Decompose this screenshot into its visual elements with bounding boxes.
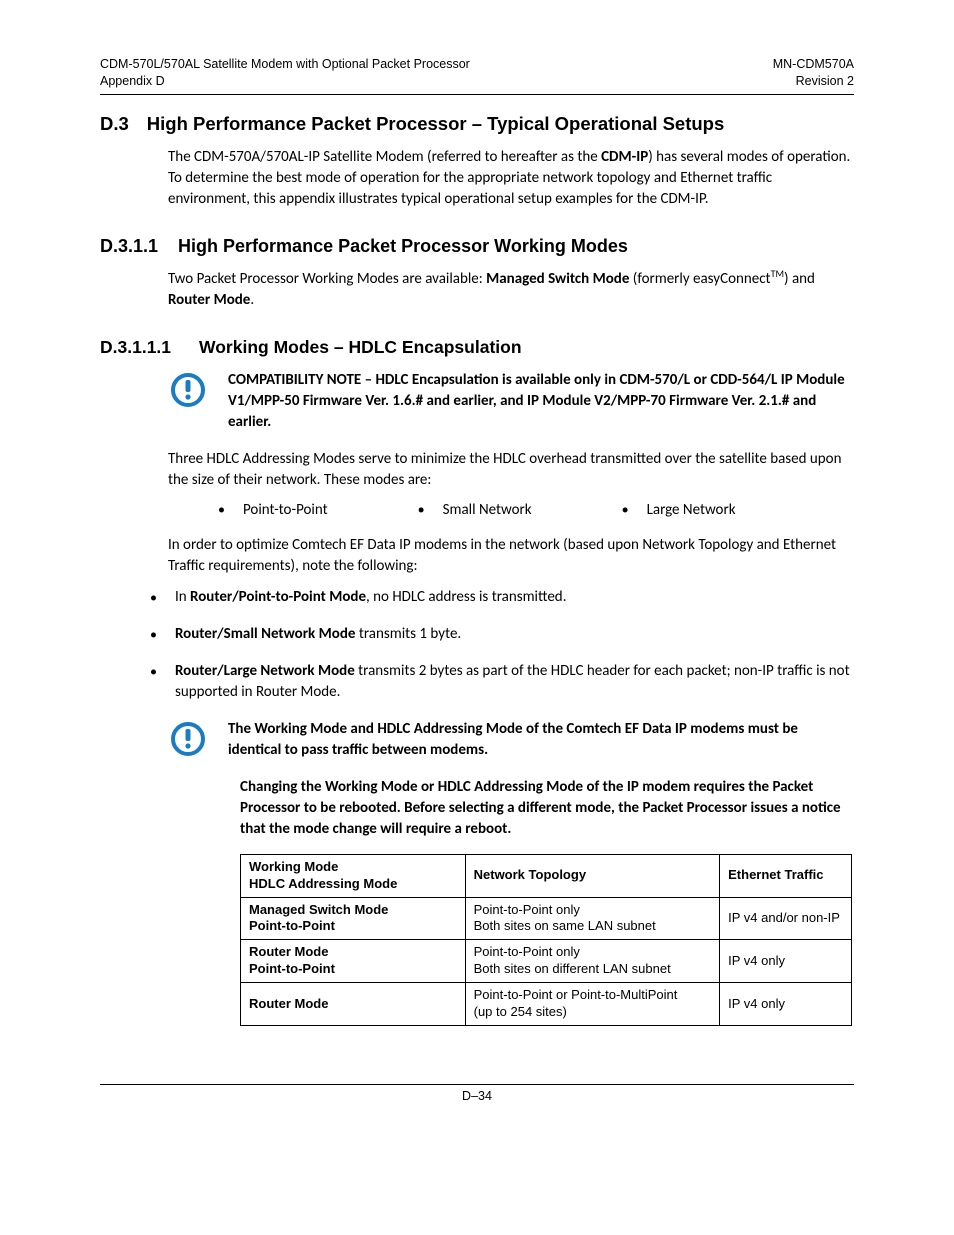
c20: Router Mode (249, 996, 328, 1011)
heading-d3111: D.3.1.1.1 Working Modes – HDLC Encapsula… (100, 337, 854, 358)
header-left: CDM-570L/570AL Satellite Modem with Opti… (100, 56, 470, 90)
opt0-bold: Router/Point-to-Point Mode (190, 588, 366, 606)
table-cell: Point-to-Point or Point-to-MultiPoint(up… (465, 983, 720, 1026)
table-cell: Point-to-Point onlyBoth sites on same LA… (465, 897, 720, 940)
optimize-item-text: Router/Large Network Mode transmits 2 by… (175, 661, 854, 703)
modes-table: Working ModeHDLC Addressing Mode Network… (240, 854, 852, 1026)
d311-text-c: ) and (784, 270, 815, 288)
page-header: CDM-570L/570AL Satellite Modem with Opti… (100, 56, 854, 90)
opt1-b: transmits 1 byte. (355, 625, 461, 643)
header-rule (100, 94, 854, 95)
c11: Point-to-Point onlyBoth sites on differe… (474, 944, 671, 976)
heading-d311: D.3.1.1 High Performance Packet Processo… (100, 236, 854, 257)
c22: IP v4 only (728, 996, 785, 1011)
bullet-icon: • (150, 624, 157, 645)
header-left-line2: Appendix D (100, 73, 470, 90)
opt2-bold: Router/Large Network Mode (175, 662, 355, 680)
header-right: MN-CDM570A Revision 2 (773, 56, 854, 90)
header-left-line1: CDM-570L/570AL Satellite Modem with Opti… (100, 56, 470, 73)
table-row: Managed Switch ModePoint-to-Point Point-… (241, 897, 852, 940)
heading-d311-number: D.3.1.1 (100, 236, 158, 257)
optimize-item-text: In Router/Point-to-Point Mode, no HDLC a… (175, 587, 567, 608)
bullet-icon: • (218, 501, 225, 518)
d3-intro-paragraph: The CDM-570A/570AL-IP Satellite Modem (r… (168, 147, 854, 210)
hdlc-body: Three HDLC Addressing Modes serve to min… (168, 449, 854, 491)
hdlc-mode-label: Large Network (647, 501, 736, 519)
c01: Point-to-Point onlyBoth sites on same LA… (474, 902, 656, 934)
bullet-icon: • (150, 661, 157, 703)
c21: Point-to-Point or Point-to-MultiPoint(up… (474, 987, 678, 1019)
c10: Router ModePoint-to-Point (249, 944, 335, 976)
d311-text-a: Two Packet Processor Working Modes are a… (168, 270, 486, 288)
header-right-line2: Revision 2 (773, 73, 854, 90)
table-cell: Point-to-Point onlyBoth sites on differe… (465, 940, 720, 983)
heading-d311-title: High Performance Packet Processor Workin… (178, 236, 628, 257)
heading-d3-title: High Performance Packet Processor – Typi… (147, 113, 724, 135)
table-row: Router ModePoint-to-Point Point-to-Point… (241, 940, 852, 983)
warning-note-text-2: Changing the Working Mode or HDLC Addres… (240, 777, 854, 840)
d3-intro-a: The CDM-570A/570AL-IP Satellite Modem (r… (168, 148, 601, 166)
bullet-icon: • (150, 587, 157, 608)
header-right-line1: MN-CDM570A (773, 56, 854, 73)
d311-text-d: . (250, 291, 254, 309)
compatibility-note: COMPATIBILITY NOTE – HDLC Encapsulation … (168, 370, 854, 433)
th1: Network Topology (474, 867, 586, 882)
alert-icon (168, 370, 208, 410)
optimize-intro: In order to optimize Comtech EF Data IP … (168, 535, 854, 577)
bullet-icon: • (622, 501, 629, 518)
hdlc-mode-item: • Point-to-Point (218, 501, 328, 519)
hdlc-intro: Three HDLC Addressing Modes serve to min… (168, 449, 854, 491)
table-header-cell: Ethernet Traffic (720, 854, 852, 897)
optimize-item: • Router/Small Network Mode transmits 1 … (150, 624, 854, 645)
th0: Working ModeHDLC Addressing Mode (249, 859, 397, 891)
opt0-a: In (175, 588, 190, 606)
footer-rule (100, 1084, 854, 1085)
table-header-cell: Working ModeHDLC Addressing Mode (241, 854, 466, 897)
optimize-list: • In Router/Point-to-Point Mode, no HDLC… (150, 587, 854, 703)
table-cell: Managed Switch ModePoint-to-Point (241, 897, 466, 940)
table-cell: IP v4 only (720, 983, 852, 1026)
compatibility-note-text: COMPATIBILITY NOTE – HDLC Encapsulation … (228, 370, 854, 433)
heading-d3: D.3 High Performance Packet Processor – … (100, 113, 854, 135)
table-cell: IP v4 only (720, 940, 852, 983)
d311-paragraph: Two Packet Processor Working Modes are a… (168, 267, 854, 311)
alert-icon (168, 719, 208, 759)
optimize-item: • In Router/Point-to-Point Mode, no HDLC… (150, 587, 854, 608)
table-header-row: Working ModeHDLC Addressing Mode Network… (241, 854, 852, 897)
d311-bold1: Managed Switch Mode (486, 270, 629, 288)
document-page: CDM-570L/570AL Satellite Modem with Opti… (0, 0, 954, 1235)
d3-intro-bold: CDM-IP (601, 148, 648, 166)
table-row: Router Mode Point-to-Point or Point-to-M… (241, 983, 852, 1026)
table-cell: Router ModePoint-to-Point (241, 940, 466, 983)
hdlc-mode-item: • Small Network (418, 501, 532, 519)
trademark-superscript: TM (771, 267, 784, 280)
warning-note-text-1: The Working Mode and HDLC Addressing Mod… (228, 719, 854, 761)
d3-body: The CDM-570A/570AL-IP Satellite Modem (r… (168, 147, 854, 210)
opt1-bold: Router/Small Network Mode (175, 625, 355, 643)
c02: IP v4 and/or non-IP (728, 910, 840, 925)
heading-d3111-number: D.3.1.1.1 (100, 337, 171, 358)
table-header-cell: Network Topology (465, 854, 720, 897)
d311-bold2: Router Mode (168, 291, 250, 309)
d311-text-b: (formerly easyConnect (629, 270, 770, 288)
heading-d3-number: D.3 (100, 113, 129, 135)
hdlc-modes-list: • Point-to-Point • Small Network • Large… (218, 501, 854, 519)
th2: Ethernet Traffic (728, 867, 823, 882)
optimize-item: • Router/Large Network Mode transmits 2 … (150, 661, 854, 703)
warning-note: The Working Mode and HDLC Addressing Mod… (168, 719, 854, 761)
c00: Managed Switch ModePoint-to-Point (249, 902, 388, 934)
table-cell: IP v4 and/or non-IP (720, 897, 852, 940)
hdlc-mode-item: • Large Network (622, 501, 736, 519)
c12: IP v4 only (728, 953, 785, 968)
hdlc-mode-label: Small Network (443, 501, 532, 519)
hdlc-mode-label: Point-to-Point (243, 501, 328, 519)
page-number: D–34 (100, 1089, 854, 1103)
optimize-body: In order to optimize Comtech EF Data IP … (168, 535, 854, 577)
opt0-b: , no HDLC address is transmitted. (366, 588, 566, 606)
table-cell: Router Mode (241, 983, 466, 1026)
heading-d3111-title: Working Modes – HDLC Encapsulation (199, 337, 522, 358)
bullet-icon: • (418, 501, 425, 518)
d311-body: Two Packet Processor Working Modes are a… (168, 267, 854, 311)
optimize-item-text: Router/Small Network Mode transmits 1 by… (175, 624, 461, 645)
